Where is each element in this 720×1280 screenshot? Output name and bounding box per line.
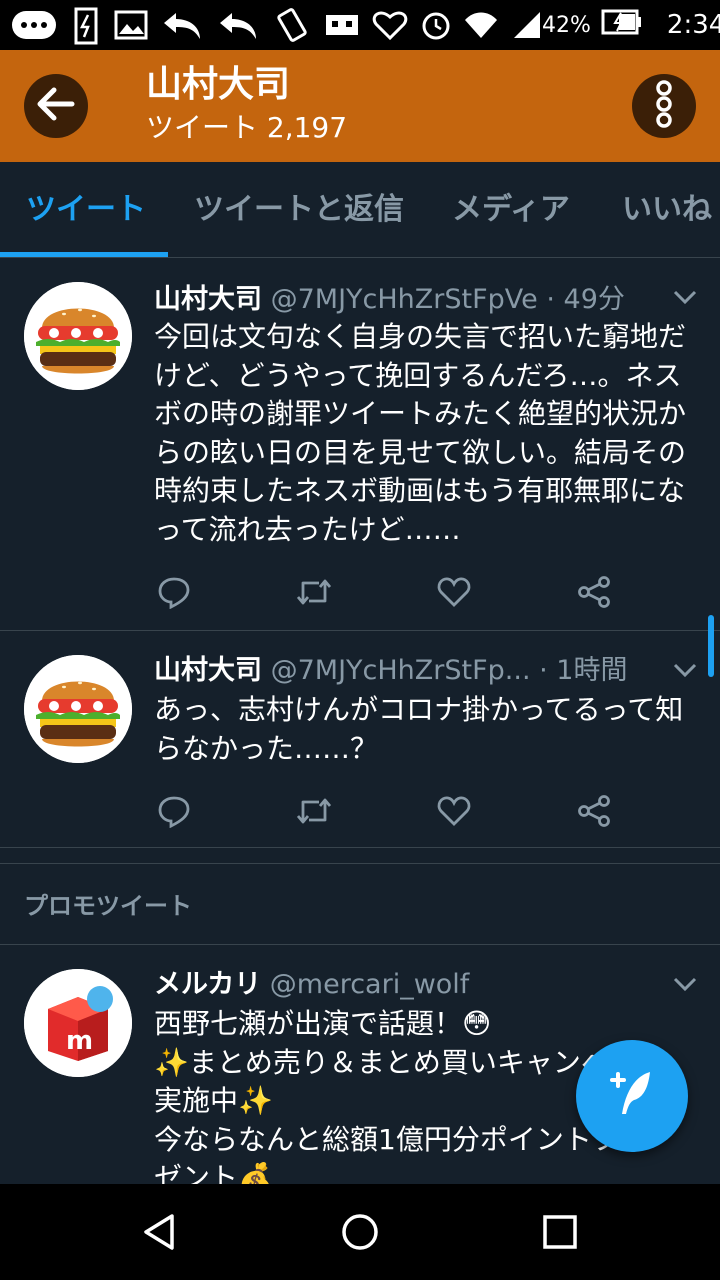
reply-all-icon [160, 9, 204, 41]
wifi-icon [464, 10, 498, 40]
chevron-down-icon[interactable] [672, 975, 698, 997]
active-tab-indicator [0, 252, 168, 257]
screen: 42% 2:34 山村大司 ツイート 2,197 ツイート ツイートと返信 メデ… [0, 0, 720, 1280]
promo-author-name[interactable]: メルカリ [154, 969, 261, 1000]
reply-icon[interactable] [154, 791, 194, 831]
tweet-text: あっ、志村けんがコロナ掛かってるって知らなかった……？ [154, 693, 684, 765]
clock: 2:34 [666, 10, 720, 40]
heart-badge-icon [372, 8, 408, 42]
alarm-icon [420, 9, 452, 41]
tweet-author-handle[interactable]: @7MJYcHhZrStFp... [271, 655, 531, 686]
battery-percent: 42% [542, 12, 591, 38]
chevron-down-icon[interactable] [672, 288, 698, 310]
nav-home-button[interactable] [336, 1208, 384, 1256]
share-icon[interactable] [574, 572, 614, 612]
retweet-icon[interactable] [294, 791, 334, 831]
compose-tweet-icon [602, 1064, 662, 1128]
tweet-text: 今回は文句なく自身の失言で招いた窮地だけど、どうやって挽回するんだろ…。ネスボの… [154, 320, 687, 546]
scrollbar[interactable] [708, 615, 714, 677]
tweet-author-name[interactable]: 山村大司 [154, 284, 262, 315]
mercari-logo[interactable]: m [24, 969, 132, 1077]
section-divider [0, 863, 720, 864]
tweet-item[interactable]: 山村大司 @7MJYcHhZrStFp... · 1時間 あっ、志村けんがコロナ… [0, 631, 720, 848]
promo-author-handle[interactable]: @mercari_wolf [270, 969, 470, 1000]
compose-tweet-button[interactable] [576, 1040, 688, 1152]
svg-text:m: m [66, 1026, 93, 1056]
arrow-left-icon [36, 86, 76, 126]
tab-media[interactable]: メディア [452, 162, 570, 257]
promoted-section-label: プロモツイート [24, 892, 192, 920]
tab-tweets[interactable]: ツイート [26, 162, 146, 257]
battery-saver-icon [70, 5, 102, 45]
profile-header: 山村大司 ツイート 2,197 [0, 50, 720, 162]
nav-recents-button[interactable] [536, 1208, 584, 1256]
tab-likes[interactable]: いいね [622, 162, 712, 257]
tweet-timestamp: · 1時間 [539, 655, 628, 686]
more-vertical-icon [654, 80, 674, 132]
heart-icon[interactable] [434, 791, 474, 831]
nav-back-button[interactable] [136, 1208, 184, 1256]
burger-avatar[interactable] [24, 655, 132, 763]
tweet-actions [154, 572, 624, 612]
game-icon [324, 9, 360, 41]
share-icon[interactable] [574, 791, 614, 831]
heart-icon[interactable] [434, 572, 474, 612]
tweet-item[interactable]: 山村大司 @7MJYcHhZrStFpVe · 49分 今回は文句なく自身の失言… [0, 258, 720, 631]
profile-tabs: ツイート ツイートと返信 メディア いいね [0, 162, 720, 258]
vibrate-icon [272, 7, 312, 43]
more-options-button[interactable] [632, 74, 696, 138]
battery-icon [601, 9, 643, 41]
tweet-timestamp: · 49分 [546, 284, 625, 315]
reply-icon[interactable] [154, 572, 194, 612]
reply-icon-status [216, 9, 260, 41]
signal-icon [510, 10, 542, 40]
image-icon [114, 9, 148, 41]
promo-line: ゼント💰 [154, 1161, 273, 1184]
tweet-actions [154, 791, 624, 831]
status-bar: 42% 2:34 [0, 0, 720, 50]
burger-avatar[interactable] [24, 282, 132, 390]
promo-line: 西野七瀬が出演で話題！😳 [154, 1007, 492, 1040]
tweet-author-name[interactable]: 山村大司 [154, 655, 262, 686]
retweet-icon[interactable] [294, 572, 334, 612]
tweet-author-handle[interactable]: @7MJYcHhZrStFpVe [271, 284, 538, 315]
page-title: 山村大司 [146, 64, 291, 105]
chat-notification-icon [10, 9, 58, 41]
tweet-count: ツイート 2,197 [146, 111, 348, 144]
back-button[interactable] [24, 74, 88, 138]
chevron-down-icon[interactable] [672, 661, 698, 683]
system-nav-bar [0, 1184, 720, 1280]
tab-tweets-and-replies[interactable]: ツイートと返信 [194, 162, 404, 257]
